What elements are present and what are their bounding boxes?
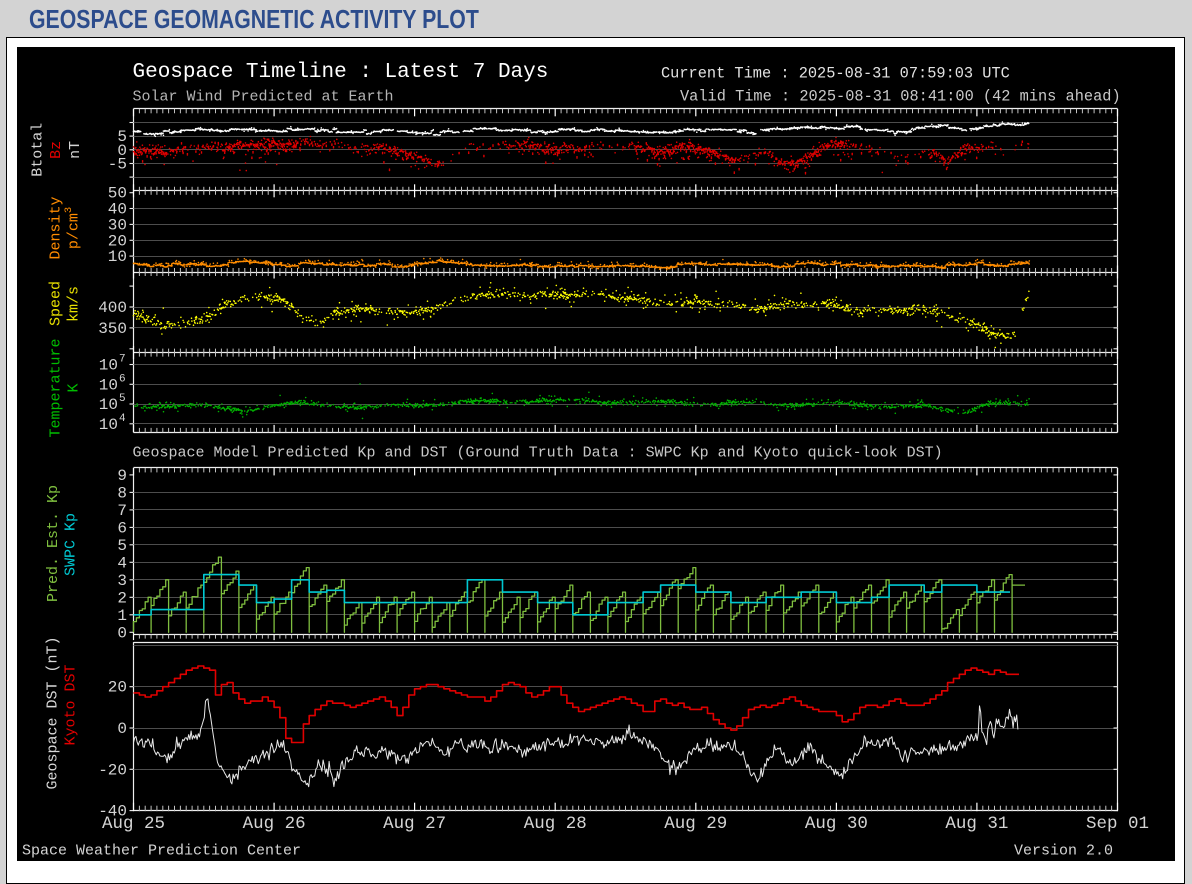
svg-text:Aug 27: Aug 27 (383, 814, 446, 834)
svg-text:0: 0 (117, 720, 127, 738)
svg-text:Speed: Speed (48, 281, 65, 326)
svg-text:Current Time : 2025-08-31 07:5: Current Time : 2025-08-31 07:59:03 UTC (661, 65, 1010, 83)
svg-text:7: 7 (117, 502, 127, 520)
svg-text:20: 20 (108, 232, 127, 250)
svg-text:Aug 29: Aug 29 (664, 814, 727, 834)
svg-text:nT: nT (67, 141, 84, 159)
svg-text:Temperature: Temperature (48, 338, 65, 437)
svg-text:Pred. Est. Kp: Pred. Est. Kp (45, 485, 62, 602)
svg-text:Aug 30: Aug 30 (805, 814, 868, 834)
svg-text:Aug 31: Aug 31 (945, 814, 1008, 834)
svg-text:Aug 26: Aug 26 (243, 814, 306, 834)
svg-text:5: 5 (117, 128, 127, 146)
svg-text:Geospace Timeline : Latest 7 D: Geospace Timeline : Latest 7 Days (133, 61, 549, 84)
svg-text:Kyoto DST: Kyoto DST (63, 664, 80, 745)
svg-text:7: 7 (119, 354, 126, 366)
svg-text:6: 6 (119, 373, 126, 385)
svg-text:50: 50 (108, 185, 127, 203)
svg-text:3: 3 (117, 572, 127, 590)
svg-text:20: 20 (108, 679, 127, 697)
svg-text:4: 4 (119, 413, 126, 425)
svg-text:Solar Wind Predicted at Earth: Solar Wind Predicted at Earth (133, 89, 394, 106)
svg-text:2: 2 (117, 589, 127, 607)
svg-text:8: 8 (117, 484, 127, 502)
svg-text:Version 2.0: Version 2.0 (1014, 843, 1113, 860)
svg-text:Aug 28: Aug 28 (524, 814, 587, 834)
svg-text:350: 350 (98, 320, 127, 338)
svg-text:K: K (66, 383, 83, 392)
svg-text:10: 10 (99, 376, 118, 394)
svg-text:0: 0 (117, 624, 127, 642)
svg-text:10: 10 (108, 248, 127, 266)
svg-text:4: 4 (117, 554, 127, 572)
svg-text:-20: -20 (98, 761, 127, 779)
svg-text:Density: Density (48, 196, 65, 259)
svg-text:Geospace DST (nT): Geospace DST (nT) (45, 636, 62, 789)
svg-text:10: 10 (99, 416, 118, 434)
svg-text:Space Weather Prediction Cente: Space Weather Prediction Center (22, 843, 301, 860)
svg-text:Sep 01: Sep 01 (1086, 814, 1149, 834)
svg-text:5: 5 (117, 537, 127, 555)
svg-text:10: 10 (99, 396, 118, 414)
svg-text:5: 5 (119, 393, 126, 405)
svg-text:400: 400 (98, 299, 127, 317)
svg-text:9: 9 (117, 467, 127, 485)
svg-text:Geospace Model Predicted Kp an: Geospace Model Predicted Kp and DST (Gro… (133, 445, 943, 462)
svg-text:10: 10 (99, 357, 118, 375)
svg-text:Bz: Bz (48, 141, 65, 159)
svg-text:1: 1 (117, 607, 127, 625)
svg-text:Btotal: Btotal (30, 123, 47, 177)
svg-text:40: 40 (108, 201, 127, 219)
svg-text:Valid Time : 2025-08-31 08:41:: Valid Time : 2025-08-31 08:41:00 (42 min… (680, 88, 1121, 106)
svg-text:30: 30 (108, 216, 127, 234)
svg-text:Aug 25: Aug 25 (102, 814, 165, 834)
svg-text:km/s: km/s (66, 286, 83, 322)
svg-text:6: 6 (117, 519, 127, 537)
svg-text:SWPC Kp: SWPC Kp (63, 513, 80, 576)
svg-text:p/cm3: p/cm3 (63, 207, 83, 249)
